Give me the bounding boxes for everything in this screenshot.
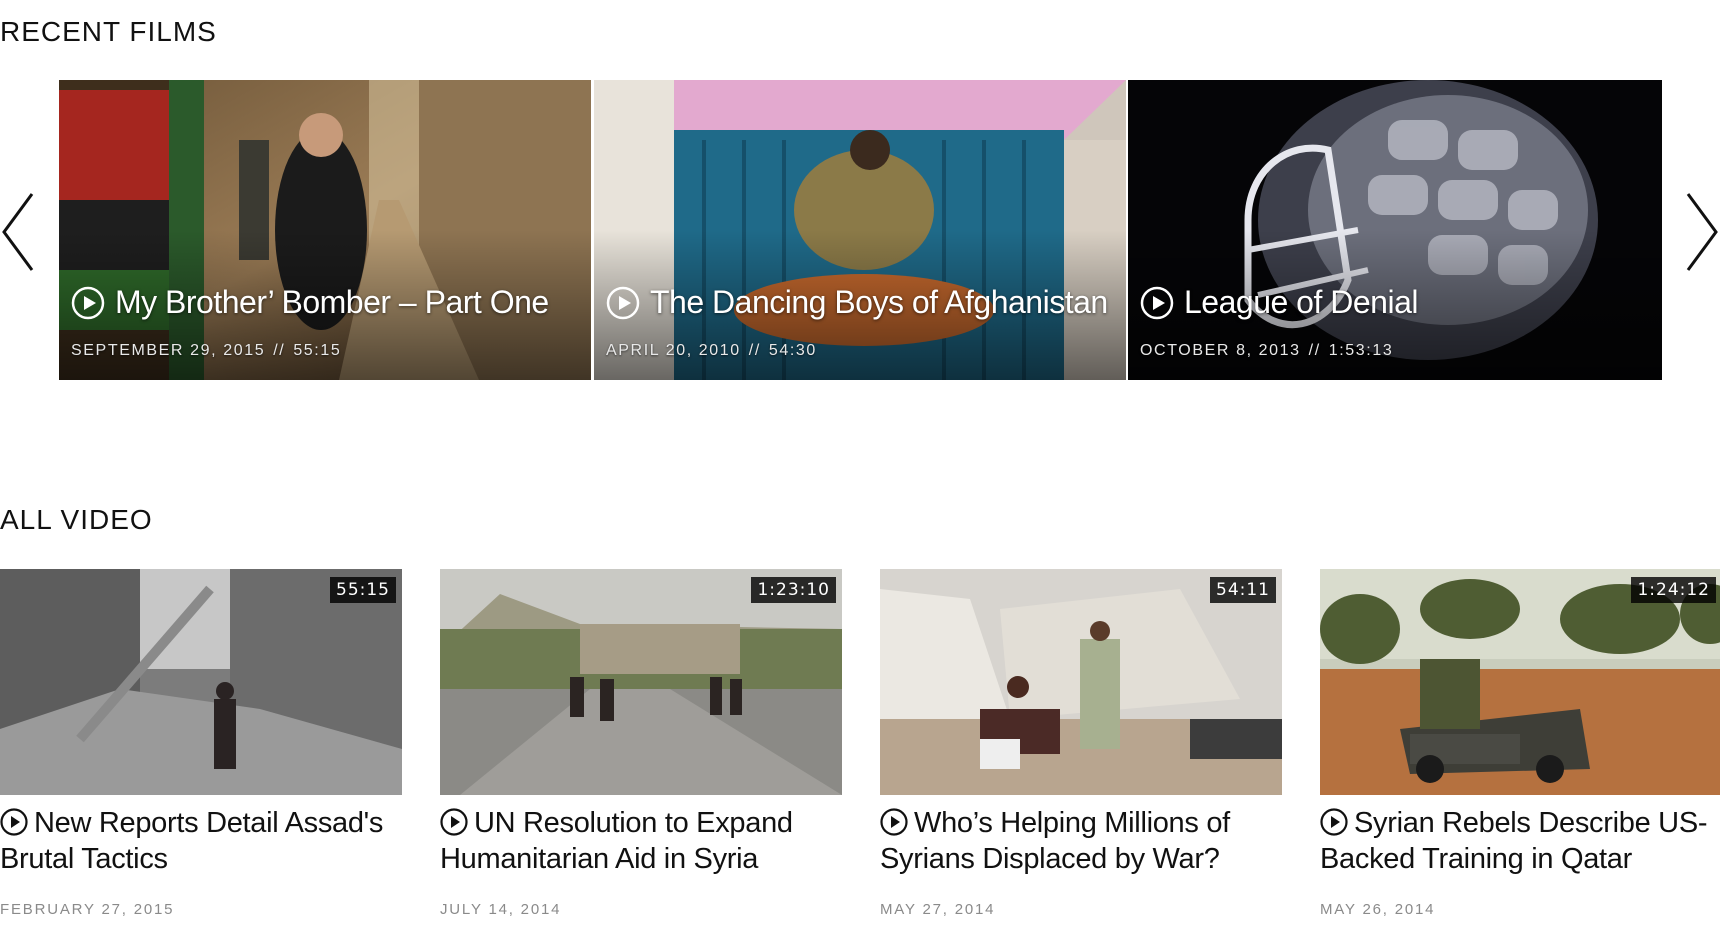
duration-badge: 1:23:10 (751, 577, 836, 603)
video-title-text: Who’s Helping Millions of Syrians Displa… (880, 807, 1230, 875)
video-card[interactable]: 1:23:10 UN Resolution to Expand Humanita… (440, 569, 842, 918)
recent-films-heading: RECENT FILMS (0, 16, 217, 47)
video-title-text: Syrian Rebels Describe US-Backed Trainin… (1320, 807, 1708, 875)
video-title-text: UN Resolution to Expand Humanitarian Aid… (440, 807, 793, 875)
duration-badge: 54:11 (1210, 577, 1276, 603)
chevron-left-icon (2, 193, 34, 271)
duration-badge: 55:15 (330, 577, 396, 603)
video-date: JULY 14, 2014 (440, 901, 562, 918)
film-date: OCTOBER 8, 2013 (1140, 342, 1301, 359)
play-icon (1140, 286, 1174, 319)
video-date: MAY 26, 2014 (1320, 901, 1436, 918)
video-thumbnail[interactable]: 55:15 (0, 569, 402, 795)
film-date: APRIL 20, 2010 (606, 342, 741, 359)
all-video-heading: ALL VIDEO (0, 504, 153, 535)
video-date: FEBRUARY 27, 2015 (0, 901, 175, 918)
film-meta: OCTOBER 8, 2013 // 1:53:13 (1140, 342, 1393, 360)
meta-separator: // (748, 342, 761, 359)
film-meta: APRIL 20, 2010 // 54:30 (606, 342, 817, 360)
meta-separator: // (273, 342, 286, 359)
play-icon (71, 286, 105, 319)
video-card[interactable]: 55:15 New Reports Detail Assad's Brutal … (0, 569, 402, 918)
play-icon (1320, 808, 1348, 836)
chevron-right-icon (1686, 193, 1718, 271)
video-title[interactable]: New Reports Detail Assad's Brutal Tactic… (0, 805, 402, 877)
film-title: League of Denial (1184, 284, 1418, 320)
video-title[interactable]: Syrian Rebels Describe US-Backed Trainin… (1320, 805, 1720, 877)
duration-badge: 1:24:12 (1631, 577, 1716, 603)
play-icon (606, 286, 640, 319)
video-date: MAY 27, 2014 (880, 901, 996, 918)
film-card[interactable]: My Brother’ Bomber – Part One SEPTEMBER … (59, 80, 591, 380)
film-meta: SEPTEMBER 29, 2015 // 55:15 (71, 342, 341, 360)
video-card[interactable]: 54:11 Who’s Helping Millions of Syrians … (880, 569, 1282, 918)
meta-separator: // (1308, 342, 1321, 359)
video-title[interactable]: Who’s Helping Millions of Syrians Displa… (880, 805, 1282, 877)
film-date: SEPTEMBER 29, 2015 (71, 342, 266, 359)
film-duration: 55:15 (293, 342, 342, 359)
play-icon (440, 808, 468, 836)
video-card[interactable]: 1:24:12 Syrian Rebels Describe US-Backed… (1320, 569, 1720, 918)
video-thumbnail[interactable]: 54:11 (880, 569, 1282, 795)
carousel-next-button[interactable] (1682, 190, 1720, 274)
film-duration: 1:53:13 (1328, 342, 1394, 359)
film-title: My Brother’ Bomber – Part One (115, 284, 549, 320)
play-icon (880, 808, 908, 836)
film-card[interactable]: League of Denial OCTOBER 8, 2013 // 1:53:1… (1128, 80, 1662, 380)
video-title[interactable]: UN Resolution to Expand Humanitarian Aid… (440, 805, 842, 877)
film-title: The Dancing Boys of Afghanistan (650, 284, 1108, 320)
carousel-prev-button[interactable] (0, 190, 40, 274)
film-card[interactable]: The Dancing Boys of Afghanistan APRIL 20… (594, 80, 1126, 380)
video-thumbnail[interactable]: 1:24:12 (1320, 569, 1720, 795)
film-duration: 54:30 (768, 342, 817, 359)
video-thumbnail[interactable]: 1:23:10 (440, 569, 842, 795)
play-icon (0, 808, 28, 836)
video-title-text: New Reports Detail Assad's Brutal Tactic… (0, 807, 384, 875)
